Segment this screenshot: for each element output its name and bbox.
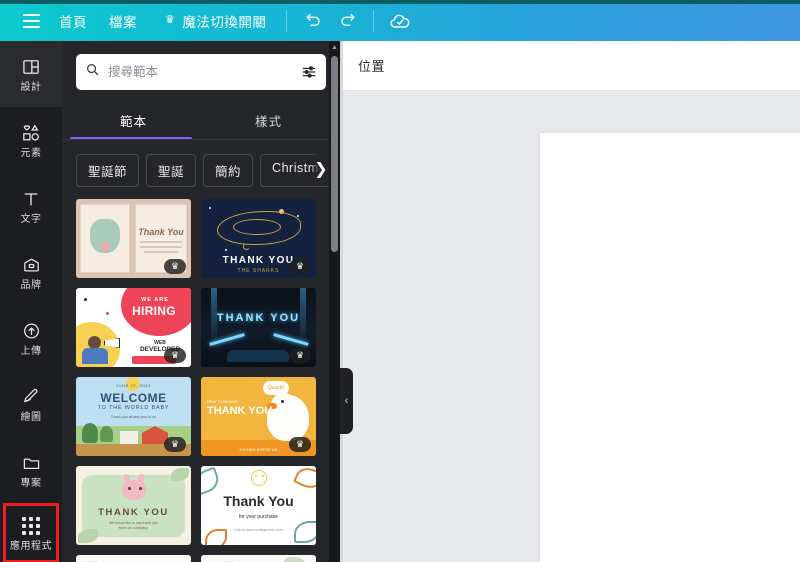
sidebar-item-label: 元素 xyxy=(20,148,42,159)
search-input[interactable] xyxy=(108,65,293,79)
sidebar-item-elements[interactable]: 元素 xyxy=(0,107,62,173)
sidebar-item-label: 品牌 xyxy=(20,280,42,291)
sidebar-item-label: 上傳 xyxy=(20,346,42,357)
toolbar-divider-1 xyxy=(286,9,288,32)
tab-active-underline xyxy=(70,137,192,139)
top-bar: 首頁 檔案 ♛ 魔法切換開關 xyxy=(0,0,800,41)
layout-design-icon xyxy=(21,55,41,78)
cloud-check-icon[interactable] xyxy=(383,6,417,36)
sidebar-item-label: 專案 xyxy=(20,478,42,489)
sidebar-item-text[interactable]: 文字 xyxy=(0,173,62,239)
template-card[interactable]: THANK YOU We would like to say thank you… xyxy=(76,466,191,545)
chip-minimal[interactable]: 簡約 xyxy=(203,154,254,187)
scroll-up-icon[interactable]: ▲ xyxy=(329,41,340,53)
pro-badge-icon: ♛ xyxy=(164,348,186,363)
panel-scrollbar[interactable]: ▲ xyxy=(329,41,340,562)
template-card[interactable]: WWW.REALLYGREATSITE.COM xyxy=(76,555,191,562)
tab-styles[interactable]: 樣式 xyxy=(201,104,336,139)
text-t-icon xyxy=(21,187,41,210)
app-root: 首頁 檔案 ♛ 魔法切換開關 設計 元素 文字 品牌 上傳 繪圖 專案 應用程式… xyxy=(0,0,800,562)
template-title: Thank You xyxy=(138,227,184,237)
templates-panel: 範本 樣式 聖誕節 聖誕 簡約 Christmas ❯ Thank You xyxy=(62,41,340,562)
chip-christmas-festival[interactable]: 聖誕節 xyxy=(76,154,140,187)
topbar-accent-strip xyxy=(0,0,800,4)
redo-icon[interactable] xyxy=(330,6,364,36)
magic-switch-label: 魔法切換開關 xyxy=(182,14,267,30)
shapes-elements-icon xyxy=(20,121,42,144)
pro-badge-icon: ♛ xyxy=(289,437,311,452)
position-button[interactable]: 位置 xyxy=(358,56,385,75)
template-title: THANK YOU xyxy=(216,312,301,324)
pro-badge-icon: ♛ xyxy=(289,259,311,274)
sidebar-item-brand[interactable]: 品牌 xyxy=(0,239,62,305)
template-grid: Thank You ♛ THANK YOU THE SHARKS ♛ WE AR… xyxy=(62,199,340,562)
template-card[interactable]: Thank You ♛ xyxy=(76,199,191,278)
template-card[interactable]: THANK YOU THE SHARKS ♛ xyxy=(201,199,316,278)
template-card[interactable]: Thank You for your purchase visit us www… xyxy=(201,466,316,545)
template-title: THANK YOU xyxy=(98,507,169,518)
template-title: Thank You xyxy=(223,493,294,509)
menu-item-file[interactable]: 檔案 xyxy=(98,6,148,36)
collapse-panel-button[interactable]: ‹ xyxy=(340,368,353,434)
sliders-filter-icon[interactable] xyxy=(301,64,317,80)
sidebar-item-design[interactable]: 設計 xyxy=(0,41,62,107)
apps-grid-icon xyxy=(22,514,40,537)
sidebar-item-label: 繪圖 xyxy=(20,412,42,423)
magic-switch-button[interactable]: ♛ 魔法切換開關 xyxy=(154,6,277,36)
tab-templates[interactable]: 範本 xyxy=(66,104,201,139)
sidebar-item-projects[interactable]: 專案 xyxy=(0,437,62,503)
search-icon xyxy=(85,62,100,82)
template-card[interactable]: Quack! Dear Customer THANK YOU It means … xyxy=(201,377,316,456)
template-card[interactable] xyxy=(201,555,316,562)
main-workspace: 位置 xyxy=(340,41,800,562)
scrollbar-thumb[interactable] xyxy=(331,56,338,252)
undo-icon[interactable] xyxy=(296,6,330,36)
context-toolbar: 位置 xyxy=(340,41,800,91)
template-card[interactable]: WE ARE HIRING WEB DEVELOPER ♛ xyxy=(76,288,191,367)
hamburger-icon[interactable] xyxy=(14,6,48,36)
sidebar-item-label: 設計 xyxy=(20,82,42,93)
upload-cloud-icon xyxy=(21,319,42,342)
panel-tabs: 範本 樣式 xyxy=(62,104,340,139)
search-section xyxy=(62,41,340,90)
menu-item-home[interactable]: 首頁 xyxy=(48,6,98,36)
filter-chip-row: 聖誕節 聖誕 簡約 Christmas ❯ xyxy=(62,140,340,199)
template-card[interactable]: THANK YOU ♛ xyxy=(201,288,316,367)
sidebar-item-label: 應用程式 xyxy=(10,541,52,552)
crown-icon: ♛ xyxy=(165,14,176,26)
template-title: THANK YOU xyxy=(207,405,273,417)
search-box[interactable] xyxy=(76,54,326,90)
pro-badge-icon: ♛ xyxy=(164,259,186,274)
design-canvas[interactable] xyxy=(540,133,800,562)
toolbar-divider-2 xyxy=(373,9,375,32)
folder-projects-icon xyxy=(21,451,42,474)
template-title: WELCOME xyxy=(100,391,167,405)
sidebar-item-draw[interactable]: 繪圖 xyxy=(0,371,62,437)
draw-pen-icon xyxy=(21,385,42,408)
sidebar-item-upload[interactable]: 上傳 xyxy=(0,305,62,371)
sidebar-item-apps[interactable]: 應用程式 xyxy=(3,503,59,562)
canvas-area[interactable] xyxy=(340,91,800,562)
brand-kit-icon xyxy=(21,253,42,276)
left-sidebar: 設計 元素 文字 品牌 上傳 繪圖 專案 應用程式 xyxy=(0,41,62,562)
sidebar-item-label: 文字 xyxy=(20,214,42,225)
template-card[interactable]: JUNE 27, 2023 WELCOME TO THE WORLD BABY … xyxy=(76,377,191,456)
chip-christmas[interactable]: 聖誕 xyxy=(146,154,197,187)
pro-badge-icon: ♛ xyxy=(289,348,311,363)
pro-badge-icon: ♛ xyxy=(164,437,186,452)
